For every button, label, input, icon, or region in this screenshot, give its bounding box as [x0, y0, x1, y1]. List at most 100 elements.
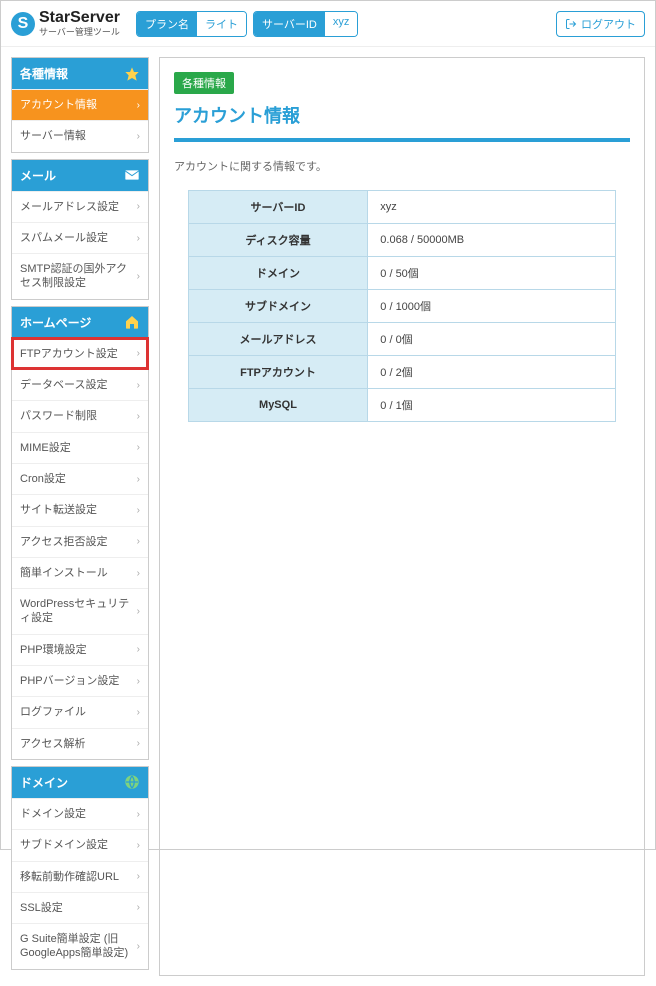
sidebar-item-php-version[interactable]: PHPバージョン設定 › [12, 665, 148, 696]
logo-mark-icon: S [11, 12, 35, 36]
sidebar-section-homepage: ホームページ FTPアカウント設定› データベース設定› パスワード制限› MI… [11, 306, 149, 760]
sidebar-header-homepage: ホームページ [12, 307, 148, 338]
sidebar-item-label: サーバー情報 [20, 129, 86, 143]
chevron-right-icon: › [137, 347, 140, 360]
table-value: 0 / 50個 [368, 257, 616, 290]
page-title: アカウント情報 [174, 102, 630, 128]
table-row: FTPアカウント0 / 2個 [188, 356, 616, 389]
sidebar-item-migration-check-url[interactable]: 移転前動作確認URL › [12, 861, 148, 892]
table-key: サブドメイン [188, 290, 368, 323]
table-row: サーバーIDxyz [188, 191, 616, 224]
table-row: MySQL0 / 1個 [188, 389, 616, 422]
chevron-right-icon: › [137, 130, 140, 143]
sidebar-item-label: ドメイン設定 [20, 807, 86, 821]
chevron-right-icon: › [137, 901, 140, 914]
chevron-right-icon: › [137, 706, 140, 719]
sidebar-item-mail-address[interactable]: メールアドレス設定› [12, 191, 148, 222]
table-key: サーバーID [188, 191, 368, 224]
sidebar-item-ssl-setting[interactable]: SSL設定› [12, 892, 148, 923]
sidebar-item-smtp-auth[interactable]: SMTP認証の国外アクセス制限設定› [12, 253, 148, 299]
table-value: 0 / 1000個 [368, 290, 616, 323]
sidebar-item-easy-install[interactable]: 簡単インストール› [12, 557, 148, 588]
logout-label: ログアウト [581, 16, 636, 32]
chevron-right-icon: › [137, 99, 140, 112]
sidebar-item-label: G Suite簡単設定 (旧GoogleApps簡単設定) [20, 932, 137, 961]
server-id-label: サーバーID [254, 12, 325, 36]
chevron-right-icon: › [137, 675, 140, 688]
globe-icon [124, 774, 140, 790]
table-row: メールアドレス0 / 0個 [188, 323, 616, 356]
sidebar-item-password-limit[interactable]: パスワード制限 › [12, 400, 148, 431]
chevron-right-icon: › [137, 605, 140, 618]
sidebar-item-label: アカウント情報 [20, 98, 97, 112]
sidebar-item-label: 移転前動作確認URL [20, 870, 119, 884]
chevron-right-icon: › [137, 200, 140, 213]
star-icon [124, 66, 140, 82]
chevron-right-icon: › [137, 441, 140, 454]
chevron-right-icon: › [137, 567, 140, 580]
sidebar-header-label: ホームページ [20, 314, 91, 331]
table-value: 0 / 1個 [368, 389, 616, 422]
sidebar-section-mail: メール メールアドレス設定› スパムメール設定 › SMTP認証の国外アクセス制限… [11, 159, 149, 300]
brand-subtitle: サーバー管理ツール [39, 25, 120, 38]
table-key: MySQL [188, 389, 368, 422]
chevron-right-icon: › [137, 504, 140, 517]
chevron-right-icon: › [137, 473, 140, 486]
table-key: FTPアカウント [188, 356, 368, 389]
sidebar-header-label: 各種情報 [20, 65, 68, 82]
chevron-right-icon: › [137, 232, 140, 245]
main-panel: 各種情報 アカウント情報 アカウントに関する情報です。 サーバーIDxyz ディ… [159, 57, 645, 976]
sidebar-item-label: ログファイル [20, 705, 86, 719]
sidebar-header-label: ドメイン [20, 774, 68, 791]
sidebar-item-site-transfer[interactable]: サイト転送設定› [12, 494, 148, 525]
chevron-right-icon: › [137, 808, 140, 821]
table-value: xyz [368, 191, 616, 224]
sidebar-item-domain-setting[interactable]: ドメイン設定 › [12, 798, 148, 829]
plan-value: ライト [197, 12, 246, 36]
sidebar-item-cron[interactable]: Cron設定 › [12, 463, 148, 494]
plan-tag: プラン名 ライト [136, 11, 247, 37]
sidebar-item-server-info[interactable]: サーバー情報 › [12, 120, 148, 151]
sidebar-item-access-deny[interactable]: アクセス拒否設定› [12, 526, 148, 557]
plan-label: プラン名 [137, 12, 197, 36]
sidebar-header-label: メール [20, 167, 56, 184]
sidebar-item-wordpress-security[interactable]: WordPressセキュリティ設定› [12, 588, 148, 634]
sidebar-item-label: サブドメイン設定 [20, 838, 108, 852]
sidebar-item-label: パスワード制限 [20, 409, 97, 423]
title-divider [174, 138, 630, 142]
chevron-right-icon: › [137, 940, 140, 953]
chevron-right-icon: › [137, 410, 140, 423]
category-badge: 各種情報 [174, 72, 234, 94]
sidebar-item-label: Cron設定 [20, 472, 66, 486]
table-value: 0 / 2個 [368, 356, 616, 389]
sidebar-item-label: SMTP認証の国外アクセス制限設定 [20, 262, 137, 291]
sidebar-item-php-env[interactable]: PHP環境設定› [12, 634, 148, 665]
sidebar-item-label: WordPressセキュリティ設定 [20, 597, 137, 626]
table-key: メールアドレス [188, 323, 368, 356]
mail-icon [124, 167, 140, 183]
sidebar-item-label: PHPバージョン設定 [20, 674, 119, 688]
sidebar-header-mail: メール [12, 160, 148, 191]
sidebar-item-label: アクセス拒否設定 [20, 535, 107, 549]
sidebar-item-access-analysis[interactable]: アクセス解析› [12, 728, 148, 759]
sidebar-item-spam-mail[interactable]: スパムメール設定 › [12, 222, 148, 253]
sidebar-item-mime[interactable]: MIME設定› [12, 432, 148, 463]
table-value: 0 / 0個 [368, 323, 616, 356]
account-info-table: サーバーIDxyz ディスク容量0.068 / 50000MB ドメイン0 / … [188, 190, 617, 422]
sidebar-item-label: データベース設定 [20, 378, 107, 392]
logout-button[interactable]: ログアウト [556, 11, 645, 37]
sidebar-item-account-info[interactable]: アカウント情報 › [12, 89, 148, 120]
sidebar-item-database[interactable]: データベース設定› [12, 369, 148, 400]
sidebar-item-gsuite-setting[interactable]: G Suite簡単設定 (旧GoogleApps簡単設定)› [12, 923, 148, 969]
header-tags: プラン名 ライト サーバーID xyz [136, 11, 358, 37]
sidebar-item-log-file[interactable]: ログファイル › [12, 696, 148, 727]
sidebar-item-label: アクセス解析 [20, 737, 85, 751]
sidebar-item-label: スパムメール設定 [20, 231, 108, 245]
chevron-right-icon: › [137, 870, 140, 883]
sidebar-header-info: 各種情報 [12, 58, 148, 89]
sidebar-item-ftp-account[interactable]: FTPアカウント設定› [12, 338, 148, 369]
header: S StarServer サーバー管理ツール プラン名 ライト サーバーID x… [1, 1, 655, 47]
page-description: アカウントに関する情報です。 [174, 158, 630, 174]
table-row: ディスク容量0.068 / 50000MB [188, 224, 616, 257]
sidebar-item-subdomain-setting[interactable]: サブドメイン設定› [12, 829, 148, 860]
